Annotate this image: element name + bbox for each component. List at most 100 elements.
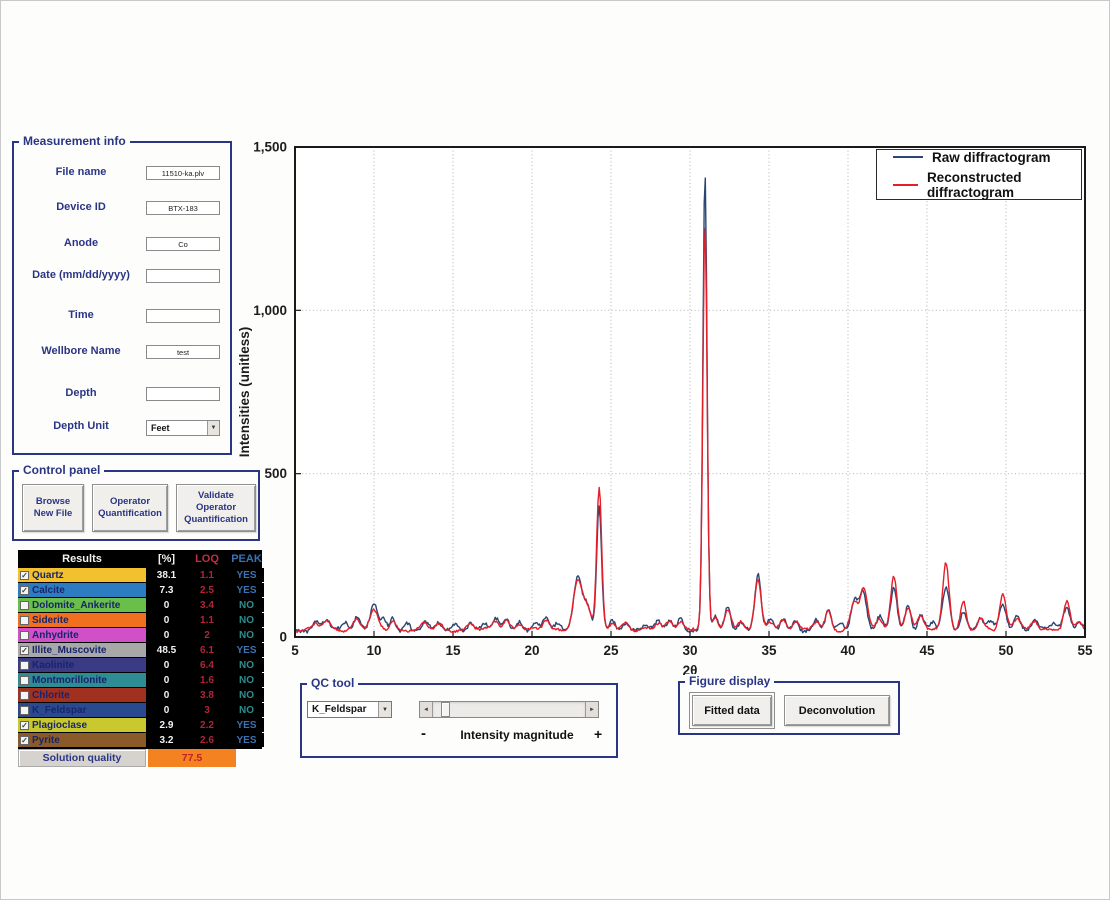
mineral-select-dropdown[interactable]: K_Feldspar ▼ xyxy=(307,701,392,718)
legend-item-raw: Raw diffractogram xyxy=(893,150,1081,165)
percent-value: 7.3 xyxy=(148,583,185,597)
deconvolution-button[interactable]: Deconvolution xyxy=(784,695,890,726)
table-row: K_Feldspar 0 3 NO xyxy=(18,703,262,717)
chevron-down-icon[interactable]: ▼ xyxy=(378,702,391,717)
loq-value: 1.6 xyxy=(187,673,227,687)
mineral-name: Quartz xyxy=(32,570,64,581)
mineral-checkbox[interactable] xyxy=(20,616,29,625)
field-value: Co xyxy=(178,240,188,249)
peak-value: YES xyxy=(229,733,264,747)
mineral-checkbox[interactable] xyxy=(20,631,29,640)
mineral-name: Plagioclase xyxy=(32,720,87,731)
header-percent: [%] xyxy=(148,550,185,567)
intensity-minus-button[interactable]: - xyxy=(421,725,426,742)
svg-text:50: 50 xyxy=(998,643,1013,658)
mineral-checkbox[interactable]: ✓ xyxy=(20,586,29,595)
loq-value: 3 xyxy=(187,703,227,717)
solution-quality-row: Solution quality 77.5 xyxy=(18,749,262,767)
intensity-plus-button[interactable]: + xyxy=(594,726,602,742)
slider-left-arrow-icon[interactable]: ◄ xyxy=(420,702,433,717)
mineral-name: Illite_Muscovite xyxy=(32,645,106,656)
table-row: Kaolinite 0 6.4 NO xyxy=(18,658,262,672)
mineral-checkbox[interactable] xyxy=(20,601,29,610)
mineral-name-cell: ✓ Plagioclase xyxy=(18,718,146,732)
field-input[interactable]: ▼ xyxy=(146,387,220,401)
measurement-field-row: Wellbore Name test ▼ xyxy=(22,344,224,360)
field-value: BTX-183 xyxy=(168,204,198,213)
mineral-checkbox[interactable]: ✓ xyxy=(20,736,29,745)
loq-value: 1.1 xyxy=(187,613,227,627)
mineral-checkbox[interactable]: ✓ xyxy=(20,721,29,730)
browse-new-file-button[interactable]: Browse New File xyxy=(22,484,84,532)
mineral-checkbox[interactable] xyxy=(20,676,29,685)
percent-value: 0 xyxy=(148,688,185,702)
measurement-field-row: Device ID BTX-183 ▼ xyxy=(22,200,224,216)
mineral-name-cell: ✓ Pyrite xyxy=(18,733,146,747)
peak-value: YES xyxy=(229,718,264,732)
svg-text:Intensities (unitless): Intensities (unitless) xyxy=(237,327,252,458)
table-row: ✓ Calcite 7.3 2.5 YES xyxy=(18,583,262,597)
mineral-checkbox[interactable]: ✓ xyxy=(20,646,29,655)
percent-value: 0 xyxy=(148,703,185,717)
intensity-slider[interactable]: ◄ ► xyxy=(419,701,599,718)
field-label: Wellbore Name xyxy=(22,345,140,358)
loq-value: 6.4 xyxy=(187,658,227,672)
fitted-data-button[interactable]: Fitted data xyxy=(692,695,772,726)
header-results: Results xyxy=(18,550,146,567)
dropdown-selected-value: K_Feldspar xyxy=(308,704,378,715)
mineral-name-cell: Chlorite xyxy=(18,688,146,702)
field-input[interactable]: Co ▼ xyxy=(146,237,220,251)
svg-text:0: 0 xyxy=(279,630,287,645)
field-input[interactable]: test ▼ xyxy=(146,345,220,359)
measurement-field-row: Depth Unit Feet ▼ xyxy=(22,419,224,435)
chevron-down-icon[interactable]: ▼ xyxy=(207,421,219,435)
table-row: ✓ Illite_Muscovite 48.5 6.1 YES xyxy=(18,643,262,657)
peak-value: YES xyxy=(229,643,264,657)
peak-value: NO xyxy=(229,598,264,612)
mineral-name: Kaolinite xyxy=(32,660,74,671)
peak-value: NO xyxy=(229,658,264,672)
loq-value: 3.8 xyxy=(187,688,227,702)
loq-value: 6.1 xyxy=(187,643,227,657)
svg-text:15: 15 xyxy=(445,643,461,658)
header-loq: LOQ xyxy=(187,550,227,567)
mineral-checkbox[interactable] xyxy=(20,706,29,715)
mineral-checkbox[interactable] xyxy=(20,661,29,670)
field-input[interactable]: ▼ xyxy=(146,309,220,323)
field-input[interactable]: ▼ xyxy=(146,269,220,283)
chart-legend: Raw diffractogram Reconstructed diffract… xyxy=(876,149,1082,200)
percent-value: 0 xyxy=(148,658,185,672)
results-table-header: Results [%] LOQ PEAK xyxy=(18,550,262,567)
slider-track[interactable] xyxy=(433,702,585,717)
table-row: Chlorite 0 3.8 NO xyxy=(18,688,262,702)
percent-value: 48.5 xyxy=(148,643,185,657)
xrd-application-window: Measurement info File name 11510-ka.plv … xyxy=(0,0,1110,900)
svg-text:40: 40 xyxy=(840,643,855,658)
validate-operator-quantification-button[interactable]: Validate Operator Quantification xyxy=(176,484,256,532)
mineral-name: Dolomite_Ankerite xyxy=(32,600,120,611)
mineral-name-cell: Anhydrite xyxy=(18,628,146,642)
percent-value: 0 xyxy=(148,613,185,627)
operator-quantification-button[interactable]: Operator Quantification xyxy=(92,484,168,532)
field-input[interactable]: Feet ▼ xyxy=(146,420,220,436)
header-peak: PEAK xyxy=(229,550,264,567)
chart-plot-area: 51015202530354045505505001,0001,5002θInt… xyxy=(295,147,1085,637)
table-row: Montmorillonite 0 1.6 NO xyxy=(18,673,262,687)
field-input[interactable]: BTX-183 ▼ xyxy=(146,201,220,215)
field-label: Depth xyxy=(22,387,140,400)
field-input[interactable]: 11510-ka.plv ▼ xyxy=(146,166,220,180)
slider-thumb[interactable] xyxy=(441,702,450,717)
field-label: Anode xyxy=(22,237,140,250)
mineral-name: Anhydrite xyxy=(32,630,79,641)
slider-right-arrow-icon[interactable]: ► xyxy=(585,702,598,717)
mineral-name: Chlorite xyxy=(32,690,70,701)
mineral-name-cell: Kaolinite xyxy=(18,658,146,672)
mineral-checkbox[interactable] xyxy=(20,691,29,700)
mineral-checkbox[interactable]: ✓ xyxy=(20,571,29,580)
percent-value: 0 xyxy=(148,628,185,642)
percent-value: 38.1 xyxy=(148,568,185,582)
table-row: ✓ Plagioclase 2.9 2.2 YES xyxy=(18,718,262,732)
svg-text:10: 10 xyxy=(366,643,381,658)
table-row: Anhydrite 0 2 NO xyxy=(18,628,262,642)
figure-display-panel: Figure display Fitted data Deconvolution xyxy=(678,681,900,735)
